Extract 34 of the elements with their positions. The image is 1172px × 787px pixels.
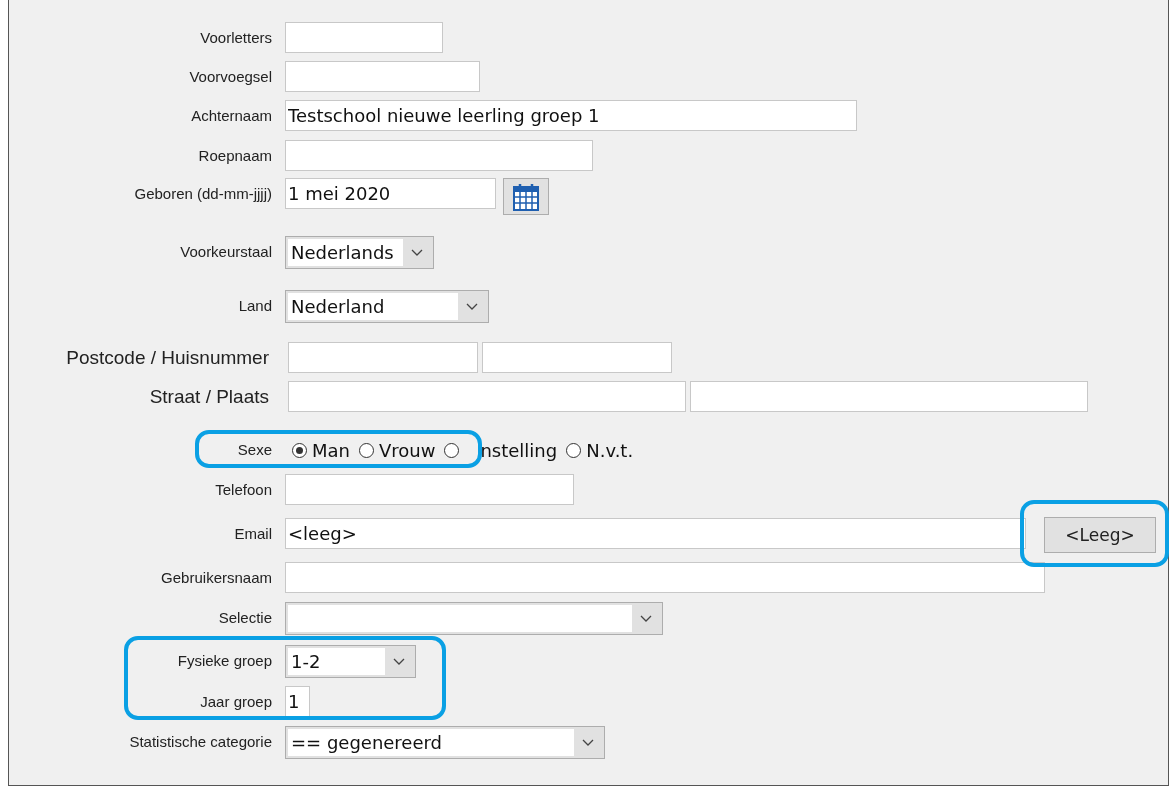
field-label: Achternaam: [190, 106, 272, 126]
field-label: Sexe: [236, 440, 272, 460]
dropdown[interactable]: Nederland: [285, 290, 489, 323]
date-field[interactable]: 1 mei 2020: [285, 178, 496, 209]
clear-button[interactable]: <Leeg>: [1044, 517, 1156, 553]
field-label: Geboren (dd-mm-jjjj): [133, 184, 272, 204]
field-label: Land: [237, 296, 272, 316]
radio-label: Man: [312, 440, 350, 461]
field-label: Statistische categorie: [128, 732, 272, 752]
text-field[interactable]: Testschool nieuwe leerling groep 1: [285, 100, 857, 131]
radio-option[interactable]: nstelling: [444, 440, 558, 461]
radio-option[interactable]: Man: [292, 440, 350, 461]
field-label: Voorkeurstaal: [179, 242, 272, 262]
field-label: Telefoon: [214, 480, 272, 500]
field-label: Postcode / Huisnummer: [65, 346, 269, 370]
field-label: Fysieke groep: [176, 651, 272, 671]
dropdown[interactable]: Nederlands: [285, 236, 434, 269]
dropdown[interactable]: 1-2: [285, 645, 416, 678]
radio-label: nstelling: [480, 440, 558, 461]
radio-label: Vrouw: [378, 440, 436, 461]
text-field[interactable]: 1: [285, 686, 310, 717]
radio-label: N.v.t.: [586, 440, 634, 461]
field-label: Email: [233, 524, 272, 544]
field-label: Jaar groep: [199, 692, 272, 712]
field-label: Gebruikersnaam: [160, 568, 272, 588]
field-label: Roepnaam: [197, 146, 272, 166]
field-label: Selectie: [217, 608, 272, 628]
field-label: Straat / Plaats: [148, 385, 269, 409]
radio-option[interactable]: Vrouw: [358, 440, 436, 461]
radio-option[interactable]: N.v.t.: [566, 440, 634, 461]
email-field[interactable]: <leeg>: [285, 518, 1026, 549]
dropdown[interactable]: == gegenereerd: [285, 726, 605, 759]
field-label: Voorletters: [199, 28, 272, 48]
field-label: Voorvoegsel: [188, 67, 272, 87]
